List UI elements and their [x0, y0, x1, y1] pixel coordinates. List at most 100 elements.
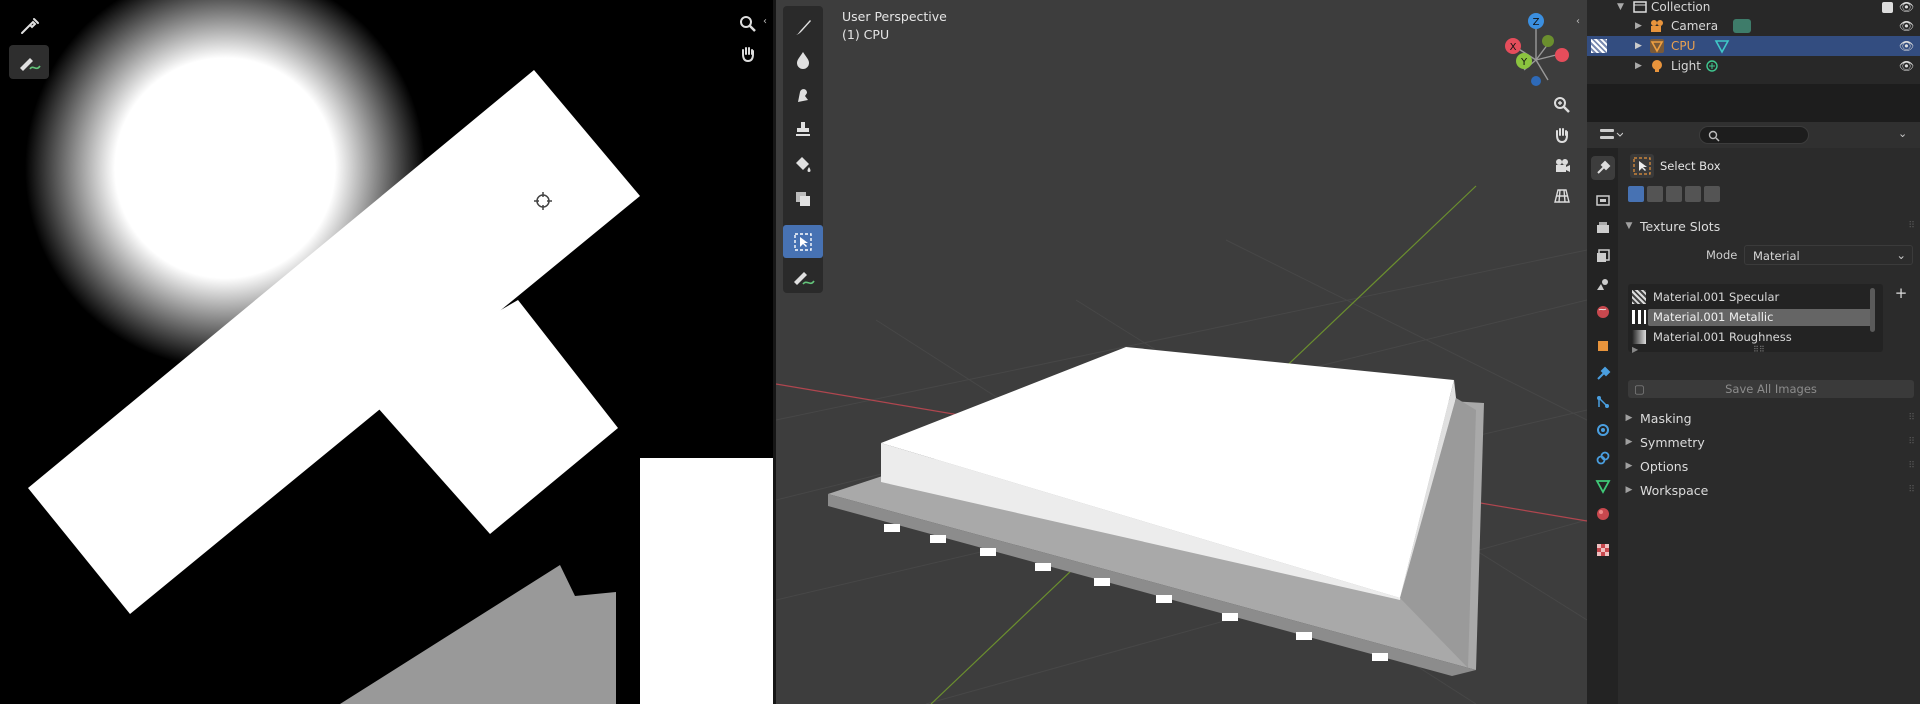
mode-set-button[interactable] [1628, 186, 1644, 202]
tab-world[interactable] [1591, 300, 1615, 324]
select-box-tool[interactable] [783, 225, 823, 258]
texture-canvas[interactable] [0, 0, 773, 704]
tab-particles[interactable] [1591, 390, 1615, 414]
outliner-row-collection[interactable]: ▼ Collection 👁 [1587, 0, 1920, 17]
camera-view-icon [1556, 159, 1570, 172]
fill-tool[interactable] [783, 147, 823, 180]
outliner-row-camera[interactable]: ▶ Camera 👁 [1587, 16, 1920, 36]
options-dropdown-icon[interactable]: ⌄ [1898, 127, 1907, 140]
mode-subtract-button[interactable] [1666, 186, 1682, 202]
mode-extend-button[interactable] [1647, 186, 1663, 202]
pan-button[interactable] [1549, 122, 1575, 148]
3d-viewport[interactable]: User Perspective (1) CPU Z X Y ‹ [776, 0, 1587, 704]
list-scrollbar[interactable] [1870, 288, 1875, 332]
tab-physics[interactable] [1591, 418, 1615, 442]
mode-dropdown[interactable]: Material ⌄ [1744, 245, 1913, 265]
zoom-button[interactable] [1549, 92, 1575, 118]
expand-arrow-icon[interactable]: ▶ [1635, 61, 1642, 71]
drag-handle-icon[interactable]: ⠿ [1908, 437, 1916, 447]
expand-arrow-icon: ▶ [1625, 485, 1633, 495]
symmetry-panel-header[interactable]: ▶ Symmetry ⠿ [1618, 431, 1920, 453]
save-all-images-button[interactable]: ▢ Save All Images [1628, 380, 1914, 398]
navigation-gizmo[interactable]: Z X Y [1496, 8, 1576, 88]
search-input[interactable] [1722, 128, 1806, 142]
annotate-tool[interactable] [9, 45, 49, 79]
exclude-checkbox[interactable] [1882, 1, 1893, 13]
eye-icon[interactable]: 👁 [1899, 19, 1914, 33]
collapse-arrow-icon[interactable]: ▼ [1617, 2, 1624, 12]
camera-data-icon[interactable] [1733, 19, 1751, 33]
texture-slot-label: Material.001 Metallic [1648, 308, 1872, 326]
tab-render[interactable] [1591, 188, 1615, 212]
modifier-icon [1597, 366, 1611, 380]
ortho-toggle-button[interactable] [1549, 183, 1575, 209]
outliner-row-light[interactable]: ▶ Light 👁 [1587, 56, 1920, 76]
options-panel-header[interactable]: ▶ Options ⠿ [1618, 455, 1920, 477]
drag-handle-icon[interactable]: ⠿ [1908, 461, 1916, 471]
workspace-panel-header[interactable]: ▶ Workspace ⠿ [1618, 479, 1920, 501]
eye-icon[interactable]: 👁 [1899, 59, 1914, 73]
data-icon [1595, 480, 1611, 494]
tab-modifiers[interactable] [1591, 362, 1615, 386]
sidebar-toggle-icon[interactable]: ‹ [1576, 16, 1580, 27]
viewport-scene[interactable] [776, 0, 1587, 704]
soften-tool[interactable] [783, 43, 823, 76]
constraints-icon [1596, 451, 1610, 465]
tab-data[interactable] [1591, 474, 1615, 498]
editor-type-button[interactable] [1599, 126, 1624, 144]
mesh-data-icon[interactable] [1714, 38, 1730, 54]
brush-draw-icon [795, 19, 811, 35]
annotate-tool[interactable] [783, 260, 823, 293]
texture-slot-label: Material.001 Specular [1653, 290, 1780, 304]
search-field[interactable] [1699, 126, 1809, 144]
tab-constraints[interactable] [1591, 446, 1615, 470]
tab-output[interactable] [1591, 216, 1615, 240]
mode-invert-button[interactable] [1685, 186, 1701, 202]
add-slot-button[interactable]: + [1892, 284, 1910, 302]
masking-panel-header[interactable]: ▶ Masking ⠿ [1618, 407, 1920, 429]
eye-icon[interactable]: 👁 [1899, 39, 1914, 53]
tab-material[interactable] [1591, 502, 1615, 526]
mode-intersect-button[interactable] [1704, 186, 1720, 202]
world-icon [1597, 306, 1609, 318]
texture-slot-row[interactable]: Material.001 Specular [1632, 288, 1866, 306]
smear-tool[interactable] [783, 78, 823, 111]
drag-handle-icon[interactable]: ⠿ [1908, 413, 1916, 423]
outliner-row-cpu[interactable]: ▶ CPU 👁 [1587, 36, 1920, 56]
mask-tool[interactable] [783, 182, 823, 215]
eye-icon[interactable]: 👁 [1899, 0, 1914, 14]
clone-tool[interactable] [783, 112, 823, 145]
drag-handle-icon[interactable]: ⠿ [1908, 485, 1916, 495]
active-object-label: (1) CPU [842, 27, 890, 42]
drag-handle-icon[interactable]: ⠿ [1908, 221, 1916, 231]
expand-arrow-icon[interactable]: ▶ [1635, 21, 1642, 31]
tab-scene[interactable] [1591, 272, 1615, 296]
panel-title: Workspace [1640, 482, 1709, 498]
texture-paint-mode-icon[interactable] [1591, 39, 1607, 53]
light-data-icon[interactable] [1705, 59, 1719, 73]
tab-view-layer[interactable] [1591, 244, 1615, 268]
sidebar-toggle-icon[interactable]: ‹ [763, 16, 767, 27]
tab-tool[interactable] [1591, 156, 1615, 180]
tab-texture[interactable] [1591, 538, 1615, 562]
list-resize-grip-icon[interactable]: ⠿⠿ [1753, 345, 1765, 354]
outliner-item-label: Light [1671, 59, 1701, 73]
area-divider[interactable] [1587, 84, 1920, 122]
camera-view-button[interactable] [1549, 153, 1575, 179]
mode-label: Mode [1706, 248, 1738, 262]
properties-panel[interactable]: Select Box ▼ Texture Slots ⠿ Mode Materi… [1618, 148, 1920, 704]
draw-tool[interactable] [783, 10, 823, 43]
particles-icon [1597, 396, 1609, 408]
image-editor[interactable]: ‹ [0, 0, 773, 704]
zoom-button[interactable] [735, 11, 761, 37]
pan-button[interactable] [735, 41, 761, 67]
tab-object[interactable] [1591, 334, 1615, 358]
texture-slots-panel-header[interactable]: ▼ Texture Slots ⠿ [1618, 215, 1920, 237]
outliner[interactable]: ▼ Collection 👁 ▶ Camera 👁 ▶ CPU 👁 ▶ Ligh… [1587, 0, 1920, 84]
texture-slot-row[interactable]: Material.001 Roughness [1632, 328, 1866, 346]
expand-arrow-icon: ▶ [1625, 461, 1633, 471]
eyedropper-tool[interactable] [9, 9, 49, 43]
texture-slot-row-selected[interactable]: Material.001 Metallic [1632, 308, 1872, 326]
list-filter-toggle-icon[interactable]: ▶ [1632, 345, 1638, 354]
expand-arrow-icon[interactable]: ▶ [1635, 41, 1642, 51]
